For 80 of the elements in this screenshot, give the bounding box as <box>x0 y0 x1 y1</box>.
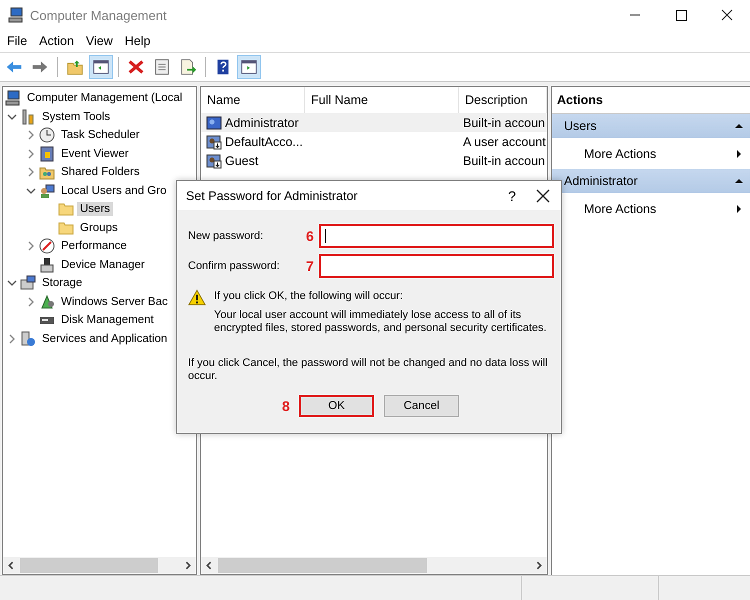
menu-item[interactable]: File <box>4 34 36 48</box>
window-title: Computer Management <box>30 8 168 22</box>
menu-item[interactable]: View <box>82 34 122 48</box>
tree-item[interactable]: Windows Server Bac <box>58 294 171 309</box>
tree-item[interactable]: Storage <box>39 276 86 290</box>
password-field[interactable] <box>319 224 554 248</box>
step-number: 6 <box>306 228 315 244</box>
dialog-button[interactable]: Cancel <box>384 395 459 417</box>
submenu-triangle-icon[interactable] <box>734 204 744 214</box>
folder-icon <box>58 201 74 218</box>
chevron-right-icon[interactable] <box>26 130 36 140</box>
chevron-right-icon[interactable] <box>26 167 36 178</box>
pane-toggle-icon <box>91 57 111 77</box>
computer-icon <box>8 7 24 23</box>
actions-section-header[interactable]: Users <box>552 114 750 138</box>
dialog-title: Set Password for Administrator <box>186 188 359 202</box>
warning-text: Your local user account will immediately lose access to all of its encrypted files, stored passwords, and personal security certificates. <box>214 309 548 335</box>
properties-icon <box>152 57 172 77</box>
chevron-down-icon[interactable] <box>7 112 17 122</box>
horizontal-scrollbar[interactable] <box>3 557 196 574</box>
help-button[interactable]: ? <box>497 188 527 204</box>
user-name: DefaultAcco... <box>225 134 303 148</box>
tree-item[interactable]: Event Viewer <box>58 146 132 161</box>
device-icon <box>39 256 55 273</box>
chevron-down-icon[interactable] <box>7 278 17 288</box>
tree-item[interactable]: Performance <box>58 239 130 254</box>
chevron-right-icon[interactable] <box>7 334 17 344</box>
warning-heading: If you click OK, the following will occur: <box>214 290 404 302</box>
tree-item[interactable]: Services and Application <box>39 332 170 346</box>
field-label: Confirm password: <box>188 260 281 272</box>
users-icon <box>39 182 55 199</box>
menu-item[interactable]: Action <box>36 34 83 48</box>
tree-item[interactable]: Shared Folders <box>58 165 143 180</box>
password-field[interactable] <box>319 254 554 278</box>
tree-item[interactable]: Local Users and Gro <box>58 184 170 198</box>
pane-toggle-button[interactable] <box>237 55 261 79</box>
pane-toggle-icon <box>239 57 259 77</box>
user-icon <box>206 114 222 130</box>
collapse-triangle-icon[interactable] <box>734 121 744 131</box>
step-number: 7 <box>306 258 315 274</box>
actions-section-header[interactable]: Administrator <box>552 169 750 193</box>
chevron-right-icon[interactable] <box>26 241 36 252</box>
computer-icon <box>5 90 21 106</box>
tree-item[interactable]: Groups <box>77 220 121 235</box>
tree-item[interactable]: Task Scheduler <box>58 128 143 142</box>
collapse-triangle-icon[interactable] <box>734 176 744 186</box>
tree-item[interactable]: Users <box>77 202 114 216</box>
list-row[interactable]: Administrator Built-in accoun <box>201 113 547 132</box>
tree-item[interactable]: Device Manager <box>58 258 148 272</box>
chevron-down-icon[interactable] <box>26 186 36 196</box>
dialog-button[interactable]: OK <box>299 395 374 417</box>
action-link[interactable]: More Actions <box>584 146 656 160</box>
list-row[interactable]: DefaultAcco... A user account <box>201 132 547 151</box>
tree-item[interactable]: Computer Management (Local <box>24 91 186 106</box>
section-title: Users <box>564 119 597 133</box>
tree-item[interactable]: Disk Management <box>58 313 157 328</box>
step-number: 8 <box>282 398 291 414</box>
cancel-note: If you click Cancel, the password will not be changed and no data loss will occur. <box>188 357 549 383</box>
horizontal-scrollbar[interactable] <box>201 557 547 574</box>
menu-item[interactable]: Help <box>122 34 160 48</box>
tree-item[interactable]: System Tools <box>39 110 114 124</box>
list-row[interactable]: Guest Built-in accoun <box>201 151 547 170</box>
pane-toggle-button[interactable] <box>89 55 113 79</box>
export-list-icon <box>178 57 198 77</box>
user-disabled-icon <box>206 152 222 168</box>
description-cell-text: A user account <box>462 134 547 148</box>
chevron-right-icon[interactable] <box>26 296 36 307</box>
user-name: Administrator <box>225 116 299 130</box>
field-label: New password: <box>188 230 264 242</box>
clock-icon <box>39 127 55 144</box>
chevron-right-icon[interactable] <box>26 148 36 159</box>
warning-icon <box>188 289 206 306</box>
user-disabled-icon <box>206 134 222 150</box>
submenu-triangle-icon[interactable] <box>734 148 744 158</box>
description-cell-text: Built-in accoun <box>462 154 546 168</box>
action-link[interactable]: More Actions <box>584 202 656 216</box>
description-cell-text: Built-in accoun <box>462 116 546 130</box>
section-title: Administrator <box>564 174 638 188</box>
folder-icon <box>58 220 74 236</box>
user-name: Guest <box>225 154 258 168</box>
